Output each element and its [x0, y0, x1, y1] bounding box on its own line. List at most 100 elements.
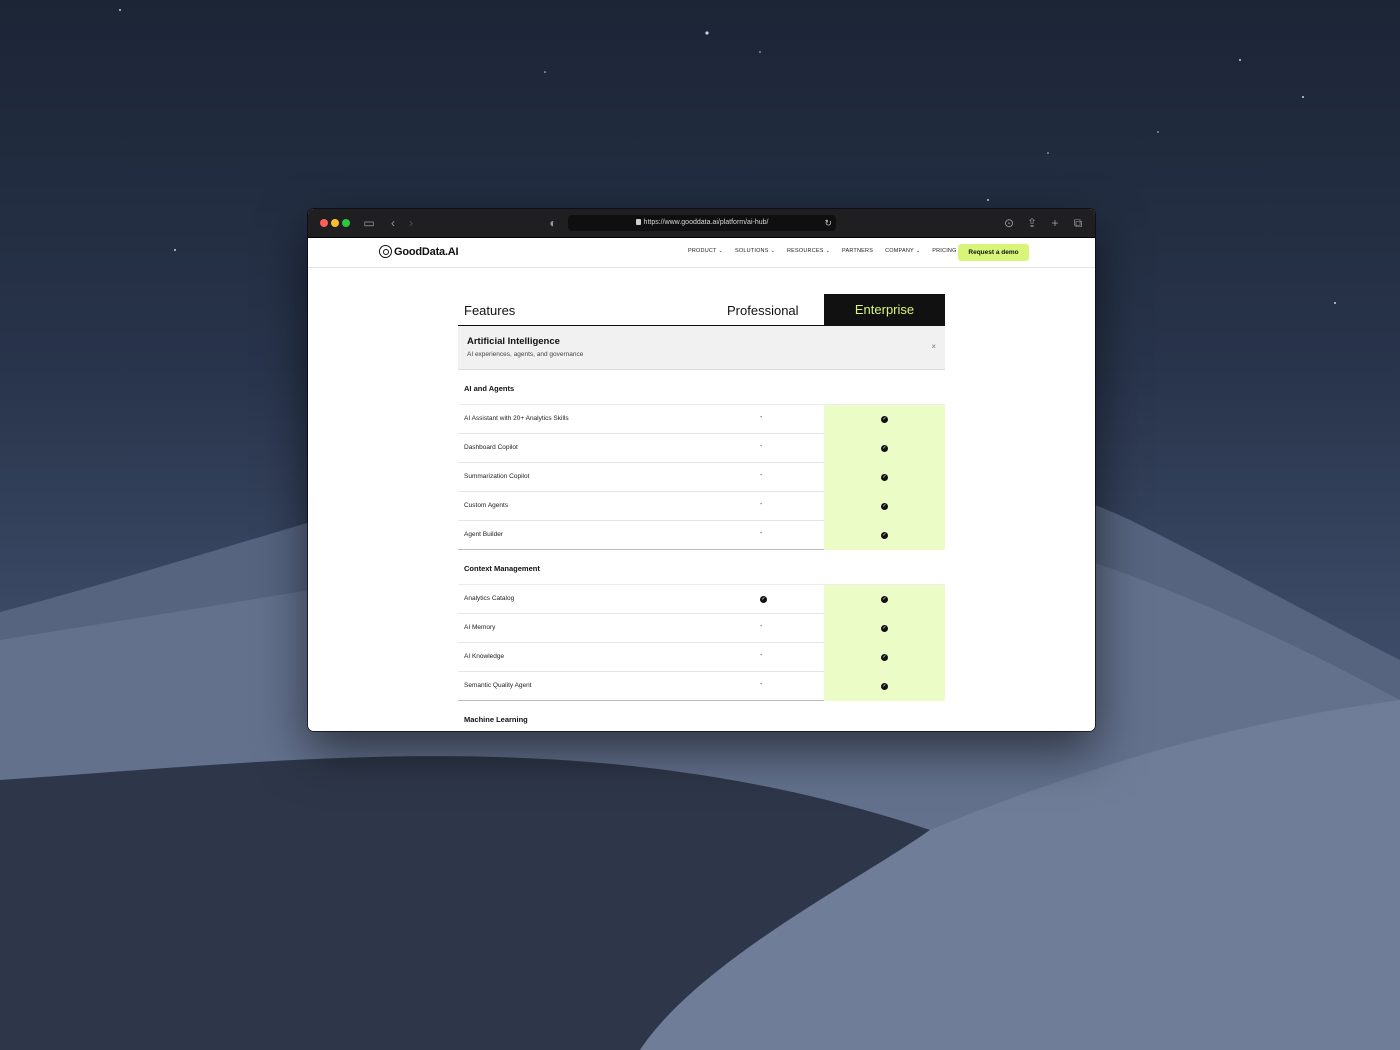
table-row: AI Knowledge - ✓	[458, 643, 945, 672]
check-icon: ✓	[881, 654, 888, 661]
new-tab-icon[interactable]: +	[1048, 216, 1062, 230]
header-features: Features	[464, 303, 516, 318]
header-enterprise: Enterprise	[824, 294, 945, 326]
feature-label: Dashboard Copilot	[464, 444, 518, 451]
nav-company[interactable]: COMPANY ⌄	[885, 248, 920, 254]
enterprise-cell: ✓	[824, 585, 945, 614]
site-logo[interactable]: GoodData.AI	[379, 245, 459, 258]
logo-icon	[379, 245, 392, 258]
feature-label: AI Memory	[464, 624, 496, 631]
enterprise-cell: ✓	[824, 434, 945, 463]
sidebar-icon[interactable]: ▭	[362, 216, 376, 230]
not-included-dash: -	[760, 443, 763, 450]
check-icon: ✓	[760, 596, 767, 603]
group-header: Machine Learning	[458, 701, 945, 731]
pricing-comparison-table: Features Professional Enterprise Artific…	[458, 294, 945, 731]
not-included-dash: -	[760, 414, 763, 421]
enterprise-cell: ✓	[824, 643, 945, 672]
check-icon: ✓	[881, 683, 888, 690]
table-row: Dashboard Copilot - ✓	[458, 434, 945, 463]
table-row: AI Memory - ✓	[458, 614, 945, 643]
not-included-dash: -	[760, 681, 763, 688]
check-icon: ✓	[881, 416, 888, 423]
check-icon: ✓	[881, 474, 888, 481]
nav-resources[interactable]: RESOURCES ⌄	[787, 248, 830, 254]
main-nav: PRODUCT ⌄ SOLUTIONS ⌄ RESOURCES ⌄ PARTNERS …	[688, 248, 957, 254]
professional-cell: -	[727, 405, 797, 434]
feature-groups: AI and Agents AI Assistant with 20+ Analy…	[458, 370, 945, 731]
check-icon: ✓	[881, 625, 888, 632]
browser-window: ▭ ‹ › ◐ https://www.gooddata.ai/platform…	[308, 209, 1095, 731]
nav-pricing[interactable]: PRICING	[932, 248, 956, 254]
feature-label: Custom Agents	[464, 502, 509, 509]
browser-toolbar: ▭ ‹ › ◐ https://www.gooddata.ai/platform…	[308, 209, 1095, 238]
professional-cell: -	[727, 463, 797, 492]
group-header: AI and Agents	[458, 370, 945, 405]
enterprise-cell: ✓	[824, 463, 945, 492]
enterprise-cell: ✓	[824, 672, 945, 701]
professional-cell: -	[727, 643, 797, 672]
lock-icon	[635, 219, 641, 225]
feature-label: AI Knowledge	[464, 653, 505, 660]
professional-cell: -	[727, 521, 797, 550]
shield-icon[interactable]: ◐	[546, 216, 560, 230]
feature-label: Summarization Copilot	[464, 473, 530, 480]
table-row: Custom Agents - ✓	[458, 492, 945, 521]
category-title: Artificial Intelligence	[467, 336, 560, 347]
reload-icon[interactable]: ↻	[824, 215, 832, 231]
not-included-dash: -	[760, 530, 763, 537]
feature-label: AI Assistant with 20+ Analytics Skills	[464, 415, 569, 422]
not-included-dash: -	[760, 652, 763, 659]
nav-solutions[interactable]: SOLUTIONS ⌄	[735, 248, 775, 254]
tabs-icon[interactable]: ⧉	[1071, 216, 1085, 230]
professional-cell: -	[727, 434, 797, 463]
check-icon: ✓	[881, 532, 888, 539]
request-demo-button[interactable]: Request a demo	[958, 244, 1029, 261]
table-row: Agent Builder - ✓	[458, 521, 945, 550]
group-header: Context Management	[458, 550, 945, 585]
check-icon: ✓	[881, 445, 888, 452]
url-text: https://www.gooddata.ai/platform/ai-hub/	[643, 219, 769, 226]
check-icon: ✓	[881, 596, 888, 603]
share-icon[interactable]: ⇪	[1025, 216, 1039, 230]
group-title: AI and Agents	[464, 384, 515, 393]
minimize-window-button[interactable]	[331, 219, 339, 227]
enterprise-cell: ✓	[824, 521, 945, 550]
professional-cell: -	[727, 492, 797, 521]
site-header: GoodData.AI PRODUCT ⌄ SOLUTIONS ⌄ RESOURCE…	[308, 238, 1095, 268]
address-bar[interactable]: https://www.gooddata.ai/platform/ai-hub/…	[568, 215, 836, 231]
header-professional: Professional	[727, 303, 799, 318]
download-icon[interactable]: ⊙	[1002, 216, 1016, 230]
table-row: Summarization Copilot - ✓	[458, 463, 945, 492]
logo-text: GoodData.AI	[394, 245, 459, 258]
chevron-down-icon: ⌄	[825, 248, 831, 254]
close-window-button[interactable]	[320, 219, 328, 227]
nav-partners[interactable]: PARTNERS	[842, 248, 873, 254]
check-icon: ✓	[881, 503, 888, 510]
chevron-down-icon: ⌄	[770, 248, 775, 254]
category-subtitle: AI experiences, agents, and governance	[467, 351, 584, 358]
enterprise-cell: ✓	[824, 405, 945, 434]
feature-label: Agent Builder	[464, 531, 504, 538]
not-included-dash: -	[760, 501, 763, 508]
maximize-window-button[interactable]	[342, 219, 350, 227]
table-header: Features Professional Enterprise	[458, 294, 945, 326]
table-row: Semantic Quality Agent - ✓	[458, 672, 945, 701]
not-included-dash: -	[760, 623, 763, 630]
not-included-dash: -	[760, 472, 763, 479]
enterprise-cell: ✓	[824, 614, 945, 643]
category-accordion[interactable]: Artificial Intelligence AI experiences, …	[458, 326, 945, 370]
back-icon[interactable]: ‹	[386, 216, 400, 230]
forward-icon[interactable]: ›	[404, 216, 418, 230]
professional-cell: -	[727, 614, 797, 643]
feature-label: Analytics Catalog	[464, 595, 515, 602]
page-content: Features Professional Enterprise Artific…	[308, 268, 1095, 731]
professional-cell: -	[727, 672, 797, 701]
professional-cell: ✓	[727, 585, 797, 614]
chevron-down-icon: ⌄	[718, 248, 723, 254]
feature-label: Semantic Quality Agent	[464, 682, 532, 689]
table-row: AI Assistant with 20+ Analytics Skills - ✓	[458, 405, 945, 434]
chevron-down-icon: ⌄	[915, 248, 921, 254]
close-icon[interactable]: ×	[931, 342, 936, 351]
nav-product[interactable]: PRODUCT ⌄	[688, 248, 723, 254]
